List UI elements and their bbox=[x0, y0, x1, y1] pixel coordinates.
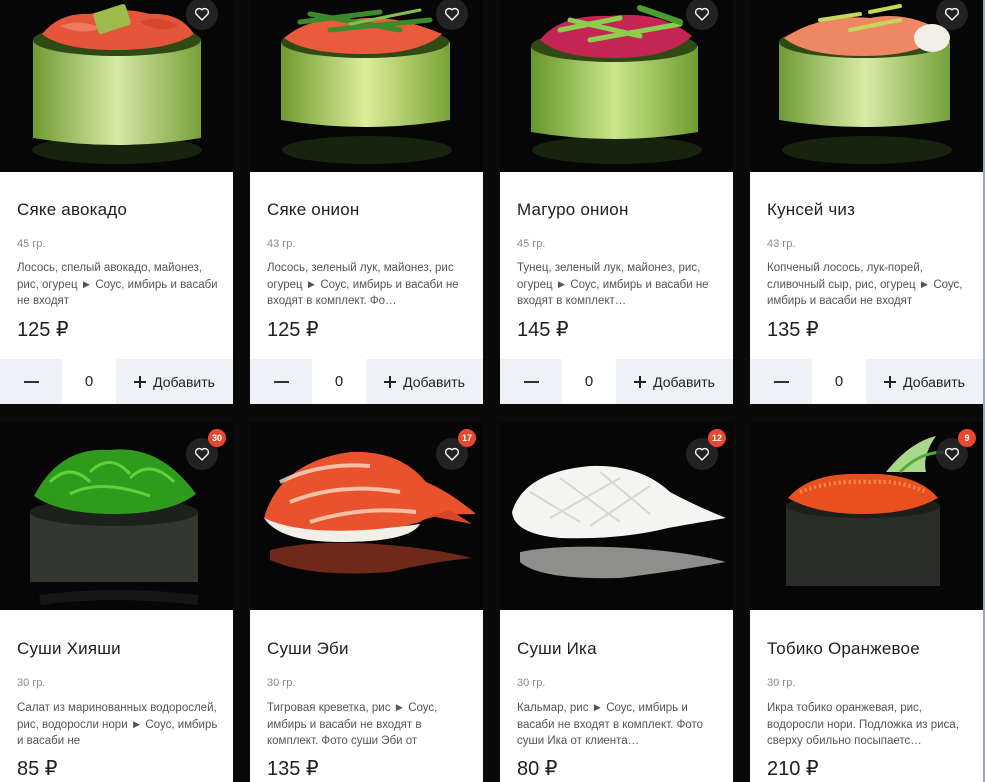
product-title[interactable]: Суши Хияши bbox=[17, 639, 121, 659]
product-title[interactable]: Суши Ика bbox=[517, 639, 597, 659]
product-card[interactable]: 17 Суши Эби 30 гр. Тигровая креветка, ри… bbox=[250, 422, 483, 782]
quantity-controls: 0 Добавить bbox=[0, 359, 233, 404]
quantity-controls: 0 Добавить bbox=[500, 359, 733, 404]
heart-icon bbox=[444, 7, 460, 21]
quantity-controls: 0 Добавить bbox=[250, 359, 483, 404]
product-info: Суши Эби 30 гр. Тигровая креветка, рис ►… bbox=[250, 610, 483, 782]
heart-icon bbox=[944, 447, 960, 461]
product-description: Лосось, зеленый лук, майонез, рис огурец… bbox=[267, 262, 459, 307]
product-description: Копченый лосось, лук-порей, сливочный сы… bbox=[767, 262, 963, 307]
favorites-count-badge: 17 bbox=[458, 429, 477, 447]
minus-icon bbox=[23, 380, 39, 383]
product-info: Магуро онион 45 гр. Тунец, зеленый лук, … bbox=[500, 172, 733, 404]
decrease-button[interactable] bbox=[250, 359, 312, 404]
product-info: Суши Хияши 30 гр. Салат из маринованных … bbox=[0, 610, 233, 782]
minus-icon bbox=[773, 380, 789, 383]
add-to-cart-button[interactable]: Добавить bbox=[616, 359, 733, 404]
heart-icon bbox=[694, 447, 710, 461]
decrease-button[interactable] bbox=[500, 359, 562, 404]
favorites-count-badge: 12 bbox=[708, 429, 727, 447]
product-price: 135 ₽ bbox=[767, 319, 819, 341]
add-label: Добавить bbox=[403, 373, 465, 390]
product-card[interactable]: 12 Суши Ика 30 гр. Кальмар, рис ► Соус, … bbox=[500, 422, 733, 782]
product-weight: 30 гр. bbox=[517, 677, 546, 689]
product-price: 210 ₽ bbox=[767, 758, 819, 780]
favorites-count-badge: 9 bbox=[958, 429, 976, 447]
product-title[interactable]: Магуро онион bbox=[517, 200, 629, 220]
heart-icon bbox=[194, 447, 210, 461]
add-label: Добавить bbox=[903, 373, 965, 390]
product-title[interactable]: Суши Эби bbox=[267, 639, 349, 659]
plus-icon bbox=[134, 375, 147, 388]
quantity-value: 0 bbox=[812, 359, 866, 404]
product-card[interactable]: 9 Тобико Оранжевое 30 гр. Икра тобико ор… bbox=[750, 422, 983, 782]
product-info: Суши Ика 30 гр. Кальмар, рис ► Соус, имб… bbox=[500, 610, 733, 782]
decrease-button[interactable] bbox=[0, 359, 62, 404]
add-to-cart-button[interactable]: Добавить bbox=[866, 359, 983, 404]
minus-icon bbox=[273, 380, 289, 383]
product-price: 145 ₽ bbox=[517, 319, 569, 341]
product-title[interactable]: Сяке авокадо bbox=[17, 200, 127, 220]
product-card[interactable]: 30 Суши Хияши 30 гр. Салат из маринованн… bbox=[0, 422, 233, 782]
product-info: Тобико Оранжевое 30 гр. Икра тобико оран… bbox=[750, 610, 983, 782]
product-price: 125 ₽ bbox=[17, 319, 69, 341]
product-description: Тунец, зеленый лук, майонез, рис, огурец… bbox=[517, 262, 709, 307]
product-title[interactable]: Тобико Оранжевое bbox=[767, 639, 920, 659]
add-label: Добавить bbox=[153, 373, 215, 390]
product-weight: 45 гр. bbox=[517, 238, 546, 250]
product-description: Тигровая креветка, рис ► Соус, имбирь и … bbox=[267, 702, 438, 747]
quantity-value: 0 bbox=[62, 359, 116, 404]
product-weight: 30 гр. bbox=[767, 677, 796, 689]
product-info: Сяке онион 43 гр. Лосось, зеленый лук, м… bbox=[250, 172, 483, 404]
minus-icon bbox=[523, 380, 539, 383]
product-info: Кунсей чиз 43 гр. Копченый лосось, лук-п… bbox=[750, 172, 983, 404]
plus-icon bbox=[384, 375, 397, 388]
product-card[interactable]: Сяке авокадо 45 гр. Лосось, спелый авока… bbox=[0, 0, 233, 404]
product-title[interactable]: Кунсей чиз bbox=[767, 200, 855, 220]
product-grid: Сяке авокадо 45 гр. Лосось, спелый авока… bbox=[0, 0, 985, 782]
product-description: Салат из маринованных водорослей, рис, в… bbox=[17, 702, 218, 747]
product-description: Кальмар, рис ► Соус, имбирь и васаби не … bbox=[517, 702, 704, 747]
plus-icon bbox=[634, 375, 647, 388]
plus-icon bbox=[884, 375, 897, 388]
product-card[interactable]: Кунсей чиз 43 гр. Копченый лосось, лук-п… bbox=[750, 0, 983, 404]
product-weight: 43 гр. bbox=[767, 238, 796, 250]
heart-icon bbox=[444, 447, 460, 461]
quantity-value: 0 bbox=[312, 359, 366, 404]
quantity-value: 0 bbox=[562, 359, 616, 404]
heart-icon bbox=[694, 7, 710, 21]
product-info: Сяке авокадо 45 гр. Лосось, спелый авока… bbox=[0, 172, 233, 404]
add-to-cart-button[interactable]: Добавить bbox=[366, 359, 483, 404]
product-card[interactable]: Сяке онион 43 гр. Лосось, зеленый лук, м… bbox=[250, 0, 483, 404]
product-weight: 45 гр. bbox=[17, 238, 46, 250]
quantity-controls: 0 Добавить bbox=[750, 359, 983, 404]
product-title[interactable]: Сяке онион bbox=[267, 200, 359, 220]
heart-icon bbox=[194, 7, 210, 21]
decrease-button[interactable] bbox=[750, 359, 812, 404]
add-label: Добавить bbox=[653, 373, 715, 390]
product-price: 135 ₽ bbox=[267, 758, 319, 780]
product-price: 85 ₽ bbox=[17, 758, 58, 780]
product-price: 80 ₽ bbox=[517, 758, 558, 780]
product-card[interactable]: Магуро онион 45 гр. Тунец, зеленый лук, … bbox=[500, 0, 733, 404]
product-price: 125 ₽ bbox=[267, 319, 319, 341]
product-weight: 30 гр. bbox=[267, 677, 296, 689]
product-description: Икра тобико оранжевая, рис, водоросли но… bbox=[767, 702, 959, 747]
product-weight: 30 гр. bbox=[17, 677, 46, 689]
heart-icon bbox=[944, 7, 960, 21]
add-to-cart-button[interactable]: Добавить bbox=[116, 359, 233, 404]
favorites-count-badge: 30 bbox=[208, 429, 227, 447]
product-weight: 43 гр. bbox=[267, 238, 296, 250]
product-description: Лосось, спелый авокадо, майонез, рис, ог… bbox=[17, 262, 218, 307]
